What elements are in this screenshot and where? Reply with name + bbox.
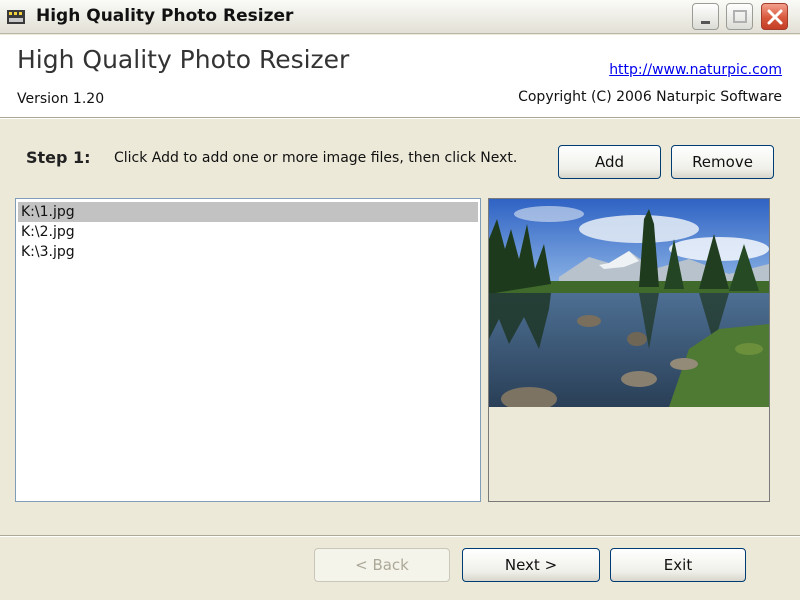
minimize-button[interactable] [692,3,719,30]
app-name: High Quality Photo Resizer [17,45,350,74]
list-item[interactable]: K:\1.jpg [18,202,478,222]
file-list[interactable]: K:\1.jpg K:\2.jpg K:\3.jpg [15,198,481,502]
website-link[interactable]: http://www.naturpic.com [609,62,782,78]
close-icon [767,9,783,25]
close-button[interactable] [761,3,788,30]
header-divider [0,117,800,119]
version-label: Version 1.20 [17,91,105,107]
add-button[interactable]: Add [558,145,661,179]
back-button[interactable]: < Back [314,548,450,582]
minimize-icon [701,21,710,24]
landscape-photo [489,199,769,407]
film-strip-icon [6,7,26,27]
step-label: Step 1: [26,148,91,167]
exit-button[interactable]: Exit [610,548,746,582]
maximize-icon [733,10,747,23]
title-bar[interactable]: High Quality Photo Resizer [0,0,800,34]
list-item[interactable]: K:\2.jpg [18,222,478,242]
header-panel: High Quality Photo Resizer Version 1.20 … [0,35,800,117]
list-item[interactable]: K:\3.jpg [18,242,478,262]
maximize-button[interactable] [726,3,753,30]
remove-button[interactable]: Remove [671,145,774,179]
step-instruction: Click Add to add one or more image files… [114,150,518,166]
window-title: High Quality Photo Resizer [36,6,294,26]
footer-divider [0,535,800,537]
image-preview [488,198,770,502]
next-button[interactable]: Next > [462,548,600,582]
copyright-label: Copyright (C) 2006 Naturpic Software [518,89,782,105]
